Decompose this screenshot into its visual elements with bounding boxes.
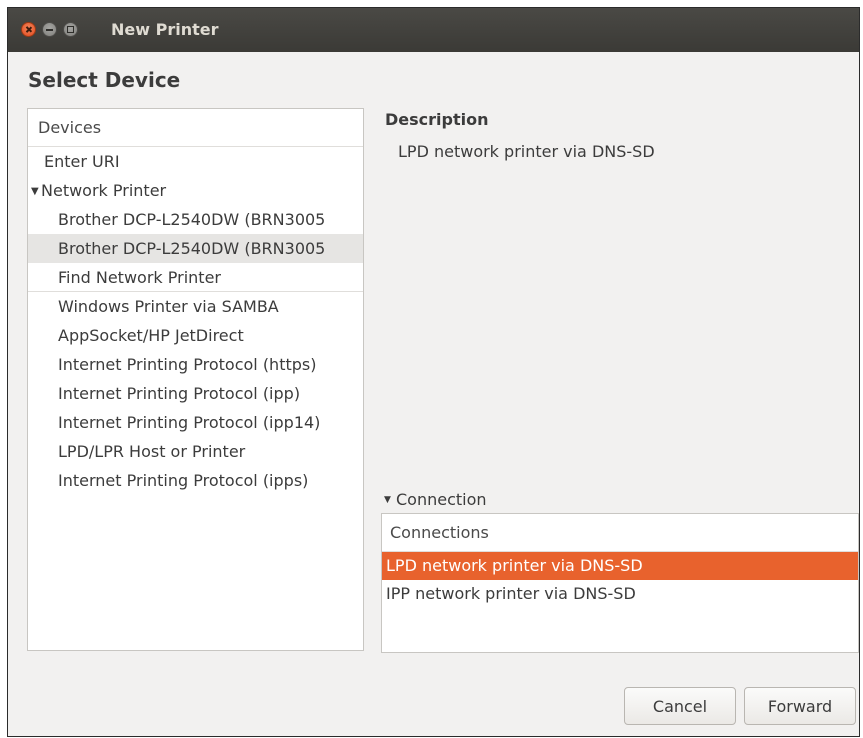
device-item-ipp-https[interactable]: Internet Printing Protocol (https): [28, 350, 363, 379]
device-item-label: Brother DCP-L2540DW (BRN3005: [58, 239, 326, 258]
connections-list[interactable]: Connections LPD network printer via DNS-…: [381, 513, 859, 653]
device-item-find-network-printer[interactable]: Find Network Printer: [28, 263, 363, 292]
device-item-samba[interactable]: Windows Printer via SAMBA: [28, 292, 363, 321]
device-item-label: Enter URI: [44, 152, 120, 171]
maximize-icon[interactable]: [63, 22, 78, 37]
expander-arrow-icon[interactable]: ▼: [31, 177, 41, 205]
cancel-button[interactable]: Cancel: [624, 687, 736, 725]
connection-item-lpd[interactable]: LPD network printer via DNS-SD: [382, 552, 858, 580]
expander-arrow-icon: ▼: [384, 495, 391, 505]
device-item-label: Internet Printing Protocol (ipps): [58, 471, 309, 490]
device-item-brother-1[interactable]: Brother DCP-L2540DW (BRN3005: [28, 205, 363, 234]
device-item-appsocket[interactable]: AppSocket/HP JetDirect: [28, 321, 363, 350]
forward-button[interactable]: Forward: [744, 687, 856, 725]
devices-column-header[interactable]: Devices: [28, 109, 363, 147]
connection-expander[interactable]: ▼ Connection: [384, 490, 487, 509]
connection-item-ipp[interactable]: IPP network printer via DNS-SD: [382, 580, 858, 608]
device-item-label: Internet Printing Protocol (https): [58, 355, 317, 374]
page-title: Select Device: [28, 68, 181, 92]
minimize-icon[interactable]: [42, 22, 57, 37]
device-item-label: LPD/LPR Host or Printer: [58, 442, 246, 461]
connections-column-header[interactable]: Connections: [382, 514, 858, 552]
device-item-label: AppSocket/HP JetDirect: [58, 326, 244, 345]
new-printer-window: New Printer Select Device Devices Enter …: [7, 7, 860, 737]
devices-list[interactable]: Devices Enter URI ▼ Network Printer Broth…: [27, 108, 364, 651]
description-text: LPD network printer via DNS-SD: [398, 142, 655, 161]
device-item-label: Internet Printing Protocol (ipp14): [58, 413, 321, 432]
device-item-label: Brother DCP-L2540DW (BRN3005: [58, 210, 326, 229]
description-label: Description: [385, 110, 489, 129]
device-item-ipp14[interactable]: Internet Printing Protocol (ipp14): [28, 408, 363, 437]
device-item-label: Windows Printer via SAMBA: [58, 297, 279, 316]
close-icon[interactable]: [21, 22, 36, 37]
device-item-ipps[interactable]: Internet Printing Protocol (ipps): [28, 466, 363, 495]
title-bar: New Printer: [8, 8, 859, 52]
device-item-label: Find Network Printer: [58, 268, 221, 287]
device-item-ipp[interactable]: Internet Printing Protocol (ipp): [28, 379, 363, 408]
device-item-brother-2[interactable]: Brother DCP-L2540DW (BRN3005: [28, 234, 363, 263]
window-title: New Printer: [111, 20, 219, 39]
device-item-network-printer[interactable]: ▼ Network Printer: [28, 176, 363, 205]
device-item-enter-uri[interactable]: Enter URI: [28, 147, 363, 176]
device-item-lpd-lpr[interactable]: LPD/LPR Host or Printer: [28, 437, 363, 466]
device-item-label: Internet Printing Protocol (ipp): [58, 384, 301, 403]
connection-expander-label: Connection: [396, 490, 487, 509]
device-item-label: Network Printer: [41, 181, 167, 200]
